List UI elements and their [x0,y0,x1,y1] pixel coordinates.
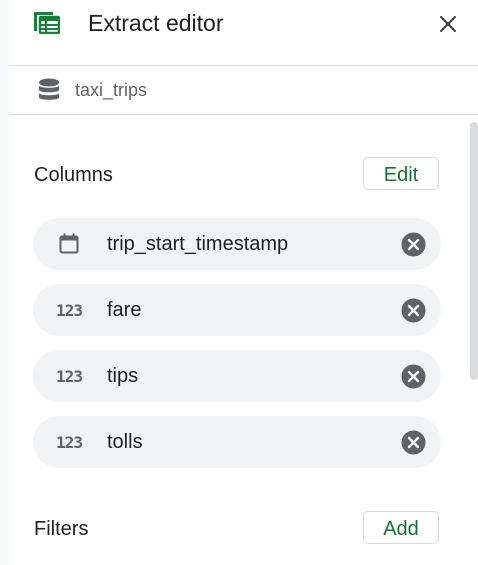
table-icon [34,12,61,35]
calendar-icon [55,232,83,256]
close-button[interactable] [432,8,464,40]
column-chip-label: fare [107,299,142,321]
number-type-icon: 123 [56,432,83,452]
column-chip-trip-start-timestamp[interactable]: trip_start_timestamp [33,218,441,270]
source-divider [9,114,478,115]
remove-column-button[interactable] [401,298,426,323]
columns-section-title: Columns [34,164,113,186]
number-type-icon: 123 [56,366,83,386]
column-chip-label: tolls [107,431,143,453]
remove-circle-icon [401,364,426,389]
column-chip-tips[interactable]: 123 tips [33,350,441,402]
edit-columns-button[interactable]: Edit [363,157,439,190]
panel-header: Extract editor [0,0,478,64]
scrollbar-thumb[interactable] [470,122,478,380]
remove-circle-icon [401,298,426,323]
remove-circle-icon [401,430,426,455]
add-filter-button[interactable]: Add [363,511,439,544]
remove-column-button[interactable] [401,232,426,257]
remove-column-button[interactable] [401,430,426,455]
panel-title: Extract editor [88,10,224,36]
column-chip-label: trip_start_timestamp [107,233,289,255]
remove-column-button[interactable] [401,364,426,389]
column-chip-fare[interactable]: 123 fare [33,284,441,336]
close-icon [439,15,457,33]
column-chip-label: tips [107,365,139,387]
filters-section-title: Filters [34,518,89,540]
data-source-row: taxi_trips [0,66,478,114]
remove-circle-icon [401,232,426,257]
column-chip-tolls[interactable]: 123 tolls [33,416,441,468]
database-icon [38,78,60,102]
number-type-icon: 123 [56,300,83,320]
data-source-name: taxi_trips [75,80,148,100]
